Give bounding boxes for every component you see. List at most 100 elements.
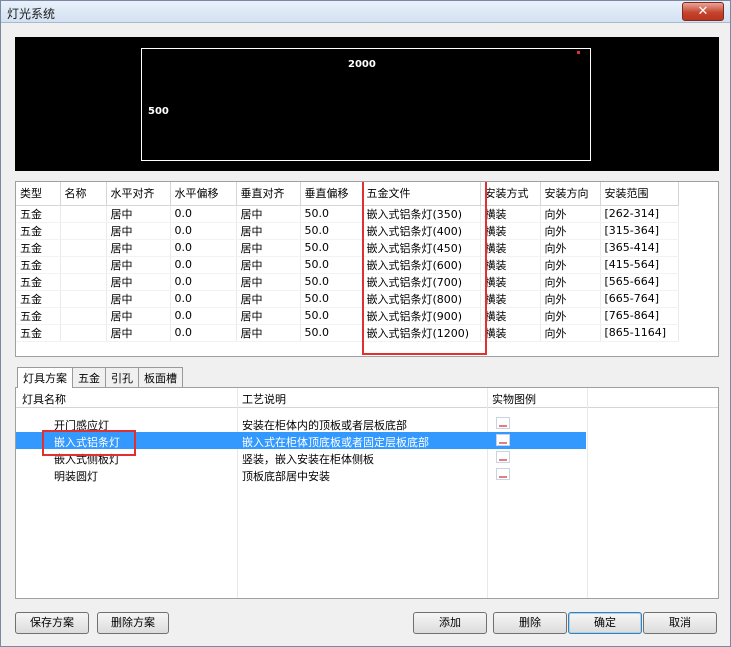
column-divider[interactable]	[587, 388, 588, 598]
list-item[interactable]: 开门感应灯 安装在柜体内的顶板或者层板底部	[16, 415, 586, 432]
table-cell: 五金	[16, 273, 61, 291]
grid-header-cell[interactable]: 水平对齐	[106, 182, 171, 206]
table-cell	[60, 239, 107, 257]
table-cell: 嵌入式铝条灯(900)	[362, 307, 481, 325]
table-cell: 五金	[16, 222, 61, 240]
list-header-name: 灯具名称	[22, 393, 66, 406]
grid-header-cell[interactable]: 安装范围	[600, 182, 679, 206]
tab-1[interactable]: 五金	[72, 367, 106, 387]
list-item[interactable]: 明装圆灯 顶板底部居中安装	[16, 466, 586, 483]
preview-canvas: 2000 500	[15, 37, 719, 171]
table-cell: 居中	[106, 273, 171, 291]
table-cell: [765-864]	[600, 307, 679, 325]
add-button[interactable]: 添加	[413, 612, 487, 634]
hardware-grid[interactable]: 类型 名称 水平对齐 水平偏移 垂直对齐 垂直偏移 五金文件 安装方式 安装方向 安装范围 五金居…	[15, 181, 719, 357]
table-cell: 横装	[480, 290, 541, 308]
grid-header-cell[interactable]: 五金文件	[362, 182, 481, 206]
save-scheme-button[interactable]: 保存方案	[15, 612, 89, 634]
table-cell: 0.0	[170, 256, 237, 274]
table-cell: [365-414]	[600, 239, 679, 257]
fixture-name: 明装圆灯	[54, 470, 98, 483]
tab-bar: 灯具方案 五金 引孔 板面槽	[17, 367, 183, 388]
height-dimension-label: 500	[148, 106, 169, 117]
table-cell: 0.0	[170, 324, 237, 342]
table-row[interactable]: 五金 居中 0.0 居中 50.0 嵌入式铝条灯(800) 横装 向外 [665-764]	[16, 290, 679, 308]
table-cell: 向外	[540, 273, 601, 291]
grid-header-cell[interactable]: 垂直对齐	[236, 182, 301, 206]
table-cell: [565-664]	[600, 273, 679, 291]
table-cell: 居中	[106, 307, 171, 325]
table-cell: 五金	[16, 205, 61, 223]
cancel-button[interactable]: 取消	[643, 612, 717, 634]
table-cell: 居中	[106, 222, 171, 240]
table-cell: 居中	[106, 324, 171, 342]
grid-header-cell[interactable]: 名称	[60, 182, 107, 206]
lighting-system-window: 灯光系统 ✕ 2000 500 类型 名称 水平对齐 水平偏移 垂直对齐 垂直偏移 五金文件…	[0, 0, 731, 647]
table-cell: 50.0	[300, 290, 363, 308]
list-header: 灯具名称 工艺说明 实物图例	[16, 388, 718, 408]
tab-2[interactable]: 引孔	[105, 367, 139, 387]
fixture-description: 安装在柜体内的顶板或者层板底部	[242, 419, 407, 432]
list-header-image: 实物图例	[492, 393, 536, 406]
table-row[interactable]: 五金 居中 0.0 居中 50.0 嵌入式铝条灯(450) 横装 向外 [365-414]	[16, 239, 679, 257]
grid-header-cell[interactable]: 水平偏移	[170, 182, 237, 206]
table-cell: 居中	[236, 222, 301, 240]
table-cell	[60, 290, 107, 308]
table-row[interactable]: 五金 居中 0.0 居中 50.0 嵌入式铝条灯(700) 横装 向外 [565-664]	[16, 273, 679, 291]
table-cell: 居中	[106, 239, 171, 257]
table-cell	[60, 256, 107, 274]
ok-button[interactable]: 确定	[568, 612, 642, 634]
fixture-description: 顶板底部居中安装	[242, 470, 330, 483]
table-cell: 五金	[16, 324, 61, 342]
table-cell	[60, 273, 107, 291]
table-row[interactable]: 五金 居中 0.0 居中 50.0 嵌入式铝条灯(350) 横装 向外 [262-314]	[16, 205, 679, 223]
table-cell: 五金	[16, 290, 61, 308]
grid-header-cell[interactable]: 类型	[16, 182, 61, 206]
table-cell	[60, 307, 107, 325]
list-item[interactable]: 嵌入式侧板灯 竖装，嵌入安装在柜体侧板	[16, 449, 586, 466]
table-cell: [415-564]	[600, 256, 679, 274]
table-cell: [865-1164]	[600, 324, 679, 342]
table-row[interactable]: 五金 居中 0.0 居中 50.0 嵌入式铝条灯(1200) 横装 向外 [865-1164]	[16, 324, 679, 342]
fixture-list[interactable]: 灯具名称 工艺说明 实物图例 开门感应灯 安装在柜体内的顶板或者层板底部 嵌入式铝条…	[15, 387, 719, 599]
grid-header-cell[interactable]: 安装方式	[480, 182, 541, 206]
tab-3[interactable]: 板面槽	[138, 367, 183, 387]
table-cell	[60, 324, 107, 342]
table-cell: 嵌入式铝条灯(350)	[362, 205, 481, 223]
grid-header-cell[interactable]: 垂直偏移	[300, 182, 363, 206]
table-cell: 居中	[236, 239, 301, 257]
table-cell: 0.0	[170, 307, 237, 325]
close-icon: ✕	[697, 4, 709, 19]
tab-0[interactable]: 灯具方案	[17, 367, 73, 388]
table-cell: 50.0	[300, 222, 363, 240]
title-bar[interactable]: 灯光系统 ✕	[1, 1, 730, 23]
marker-dot	[577, 51, 580, 54]
table-cell: 0.0	[170, 205, 237, 223]
table-cell: 嵌入式铝条灯(1200)	[362, 324, 481, 342]
table-cell: 居中	[106, 290, 171, 308]
table-cell: 向外	[540, 324, 601, 342]
delete-scheme-button[interactable]: 删除方案	[97, 612, 169, 634]
table-row[interactable]: 五金 居中 0.0 居中 50.0 嵌入式铝条灯(600) 横装 向外 [415-564]	[16, 256, 679, 274]
table-row[interactable]: 五金 居中 0.0 居中 50.0 嵌入式铝条灯(900) 横装 向外 [765-864]	[16, 307, 679, 325]
close-button[interactable]: ✕	[682, 2, 724, 21]
image-icon	[496, 417, 510, 429]
fixture-thumbnail	[496, 417, 510, 429]
table-row[interactable]: 五金 居中 0.0 居中 50.0 嵌入式铝条灯(400) 横装 向外 [315-364]	[16, 222, 679, 240]
window-title: 灯光系统	[7, 7, 56, 21]
table-cell: 居中	[236, 324, 301, 342]
table-cell: 嵌入式铝条灯(400)	[362, 222, 481, 240]
table-cell: 嵌入式铝条灯(450)	[362, 239, 481, 257]
table-cell: 横装	[480, 256, 541, 274]
table-cell: 0.0	[170, 290, 237, 308]
table-cell: 五金	[16, 256, 61, 274]
grid-header-row: 类型 名称 水平对齐 水平偏移 垂直对齐 垂直偏移 五金文件 安装方式 安装方向 安装范围	[16, 182, 679, 206]
table-cell: 横装	[480, 324, 541, 342]
delete-button[interactable]: 删除	[493, 612, 567, 634]
fixture-description: 嵌入式在柜体顶底板或者固定层板底部	[242, 436, 429, 449]
fixture-description: 竖装，嵌入安装在柜体侧板	[242, 453, 374, 466]
list-item[interactable]: 嵌入式铝条灯 嵌入式在柜体顶底板或者固定层板底部	[16, 432, 586, 449]
grid-header-cell[interactable]: 安装方向	[540, 182, 601, 206]
fixture-thumbnail	[496, 434, 510, 446]
table-cell: 五金	[16, 307, 61, 325]
